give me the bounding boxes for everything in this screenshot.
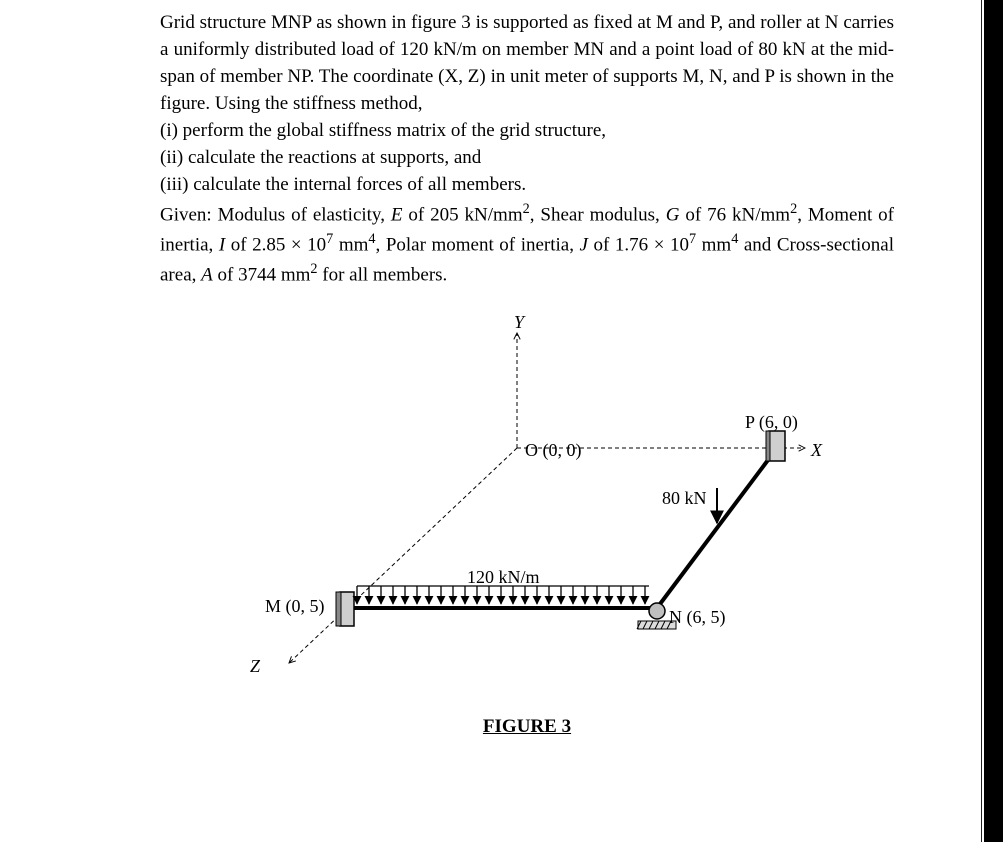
given-pre: Given: Modulus of elasticity,	[160, 204, 391, 225]
label-O: O (0, 0)	[525, 438, 582, 464]
label-X: X	[811, 438, 822, 464]
problem-text: Grid structure MNP as shown in figure 3 …	[160, 10, 894, 290]
item-iii: (iii) calculate the internal forces of a…	[160, 172, 894, 199]
right-rule	[981, 0, 982, 842]
sup-I-unit: 4	[368, 231, 375, 247]
sym-E: E	[391, 204, 403, 225]
sym-G: G	[666, 204, 680, 225]
sep3: , Polar moment of inertia,	[376, 234, 580, 255]
given-J-post: of 1.76 × 10	[588, 234, 689, 255]
given-J-unit: mm	[696, 234, 731, 255]
sym-J: J	[580, 234, 588, 255]
figure-svg	[217, 308, 837, 708]
label-udl: 120 kN/m	[467, 565, 540, 591]
label-N: N (6, 5)	[669, 605, 726, 631]
given-G-post: of 76 kN/mm	[679, 204, 790, 225]
sup-A: 2	[310, 261, 317, 277]
para-intro: Grid structure MNP as shown in figure 3 …	[160, 10, 894, 118]
given-E-post: of 205 kN/mm	[402, 204, 522, 225]
label-Z: Z	[250, 654, 260, 680]
support-m-icon	[336, 592, 354, 626]
figure-3: Y O (0, 0) X P (6, 0) N (6, 5) M (0, 5) …	[217, 308, 837, 708]
given-I-unit: mm	[333, 234, 368, 255]
item-i: (i) perform the global stiffness matrix …	[160, 118, 894, 145]
figure-caption: FIGURE 3	[160, 714, 894, 741]
label-P: P (6, 0)	[745, 410, 798, 436]
label-M: M (0, 5)	[265, 594, 325, 620]
sup-E: 2	[523, 201, 530, 217]
axis-z-icon	[289, 448, 517, 663]
given-tail: for all members.	[318, 265, 448, 286]
item-ii: (ii) calculate the reactions at supports…	[160, 145, 894, 172]
given-I-post: of 2.85 × 10	[225, 234, 326, 255]
label-point-load: 80 kN	[662, 486, 707, 512]
member-np	[657, 448, 777, 608]
label-Y: Y	[514, 310, 524, 336]
sym-A: A	[201, 265, 213, 286]
given-line: Given: Modulus of elasticity, E of 205 k…	[160, 199, 894, 290]
sep1: , Shear modulus,	[530, 204, 666, 225]
page: Grid structure MNP as shown in figure 3 …	[0, 0, 990, 842]
given-A-post: of 3744 mm	[213, 265, 311, 286]
